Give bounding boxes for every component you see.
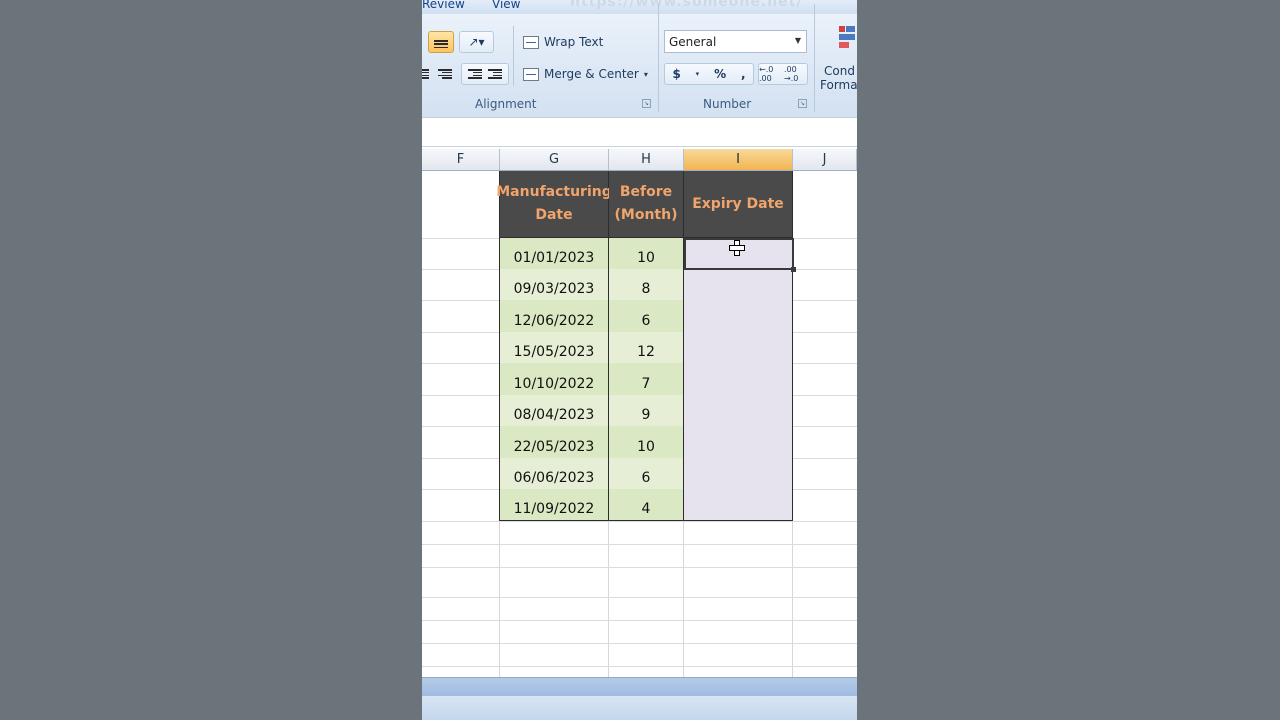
align-right-icon: [438, 69, 452, 79]
merge-center-button[interactable]: Merge & Center ▾: [519, 63, 653, 85]
excel-window: Review View https://www.someone.net/ ↗▾ …: [422, 0, 857, 720]
increase-decimal-button[interactable]: ←.0 .00: [759, 65, 782, 83]
comma-button[interactable]: ,: [741, 67, 746, 81]
gridline: [422, 544, 857, 545]
column-header-f[interactable]: F: [422, 149, 500, 170]
number-format-dropdown[interactable]: General ▼: [664, 30, 807, 53]
indent-buttons[interactable]: [461, 63, 509, 85]
manufacturing-date-cell[interactable]: 06/06/2023: [499, 458, 609, 490]
conditional-formatting-icon: [839, 26, 855, 50]
manufacturing-date-cell[interactable]: 09/03/2023: [499, 269, 609, 301]
manufacturing-date-cell[interactable]: 08/04/2023: [499, 395, 609, 427]
column-header-j[interactable]: J: [793, 149, 857, 170]
merge-center-label: Merge & Center: [544, 67, 639, 81]
decimal-buttons: ←.0 .00 .00 →.0: [758, 63, 808, 85]
number-format-value: General: [669, 34, 717, 49]
expiry-date-cell[interactable]: [684, 489, 793, 521]
tab-review[interactable]: Review: [422, 0, 465, 11]
manufacturing-date-cell[interactable]: 01/01/2023: [499, 238, 609, 270]
months-cell[interactable]: 8: [609, 269, 684, 301]
header-before-month[interactable]: Before (Month): [609, 171, 684, 238]
merge-center-icon: [523, 67, 539, 81]
number-group-label: Number: [703, 97, 752, 111]
manufacturing-date-cell[interactable]: 22/05/2023: [499, 426, 609, 459]
header-manufacturing-date[interactable]: Manufacturing Date: [496, 171, 612, 238]
expiry-date-cell[interactable]: [684, 300, 793, 333]
gridline: [422, 643, 857, 644]
conditional-formatting-label: Cond: [824, 64, 855, 78]
increase-indent-icon: [488, 69, 502, 79]
expiry-date-cell[interactable]: [684, 269, 793, 301]
status-bar: [422, 696, 857, 720]
gridline: [422, 521, 857, 522]
alignment-dialog-launcher-icon[interactable]: ↘: [642, 99, 651, 108]
months-cell[interactable]: 10: [609, 426, 684, 459]
ribbon: Review View https://www.someone.net/ ↗▾ …: [422, 0, 857, 117]
horizontal-scrollbar[interactable]: [422, 677, 857, 696]
spreadsheet-grid[interactable]: Manufacturing Date Before (Month) Expiry…: [422, 171, 857, 677]
watermark: https://www.someone.net/: [570, 0, 803, 10]
alignment-group-label: Alignment: [475, 97, 537, 111]
conditional-formatting-label-2: Forma: [820, 78, 857, 92]
divider: [513, 26, 514, 86]
months-cell[interactable]: 12: [609, 332, 684, 364]
expiry-date-cell[interactable]: [684, 332, 793, 364]
expiry-date-cell[interactable]: [684, 395, 793, 427]
chevron-down-icon: ▾: [643, 69, 648, 79]
expiry-date-cell[interactable]: [684, 426, 793, 459]
cross-cursor-icon: [729, 240, 745, 256]
months-cell[interactable]: 7: [609, 363, 684, 396]
number-dialog-launcher-icon[interactable]: ↘: [798, 99, 807, 108]
decrease-decimal-button[interactable]: .00 →.0: [784, 65, 807, 83]
gridline: [422, 597, 857, 598]
gridline: [422, 620, 857, 621]
gridline: [422, 666, 857, 667]
column-header-g[interactable]: G: [500, 149, 609, 170]
manufacturing-date-cell[interactable]: 12/06/2022: [499, 300, 609, 333]
wrap-text-button[interactable]: Wrap Text: [519, 31, 619, 53]
ribbon-tab-bar: Review View https://www.someone.net/: [422, 0, 857, 14]
months-cell[interactable]: 6: [609, 300, 684, 333]
months-cell[interactable]: 9: [609, 395, 684, 427]
number-format-buttons: $ ▾ % ,: [664, 63, 754, 85]
wrap-text-icon: [523, 35, 539, 49]
expiry-date-cell[interactable]: [684, 363, 793, 396]
chevron-down-icon: ▼: [794, 36, 801, 45]
align-center-button[interactable]: [422, 63, 432, 85]
header-expiry-date[interactable]: Expiry Date: [684, 171, 793, 238]
fill-handle[interactable]: [791, 267, 796, 272]
percent-button[interactable]: %: [714, 67, 726, 81]
expiry-date-cell[interactable]: [684, 458, 793, 490]
tab-view[interactable]: View: [492, 0, 520, 11]
months-cell[interactable]: 10: [609, 238, 684, 270]
months-cell[interactable]: 4: [609, 489, 684, 521]
currency-button[interactable]: $: [672, 67, 680, 81]
column-header-h[interactable]: H: [609, 149, 684, 170]
divider: [814, 4, 815, 112]
wrap-text-label: Wrap Text: [544, 35, 604, 49]
manufacturing-date-cell[interactable]: 11/09/2022: [499, 489, 609, 521]
gridline: [422, 567, 857, 568]
divider: [658, 4, 659, 112]
months-cell[interactable]: 6: [609, 458, 684, 490]
column-header-row: F G H I J: [422, 149, 857, 171]
align-bottom-button[interactable]: [428, 31, 454, 53]
manufacturing-date-cell[interactable]: 15/05/2023: [499, 332, 609, 364]
decrease-indent-icon: [468, 69, 482, 79]
align-center-icon: [422, 69, 429, 79]
conditional-formatting-button[interactable]: Cond Forma: [818, 22, 857, 96]
column-header-i[interactable]: I: [684, 149, 793, 170]
formula-bar[interactable]: [422, 117, 857, 147]
orientation-icon: ↗▾: [468, 35, 485, 49]
orientation-button[interactable]: ↗▾: [459, 31, 494, 53]
manufacturing-date-cell[interactable]: 10/10/2022: [499, 363, 609, 396]
align-bottom-icon: [434, 40, 448, 48]
align-right-button[interactable]: [434, 63, 456, 85]
chevron-down-icon: ▾: [695, 70, 700, 78]
